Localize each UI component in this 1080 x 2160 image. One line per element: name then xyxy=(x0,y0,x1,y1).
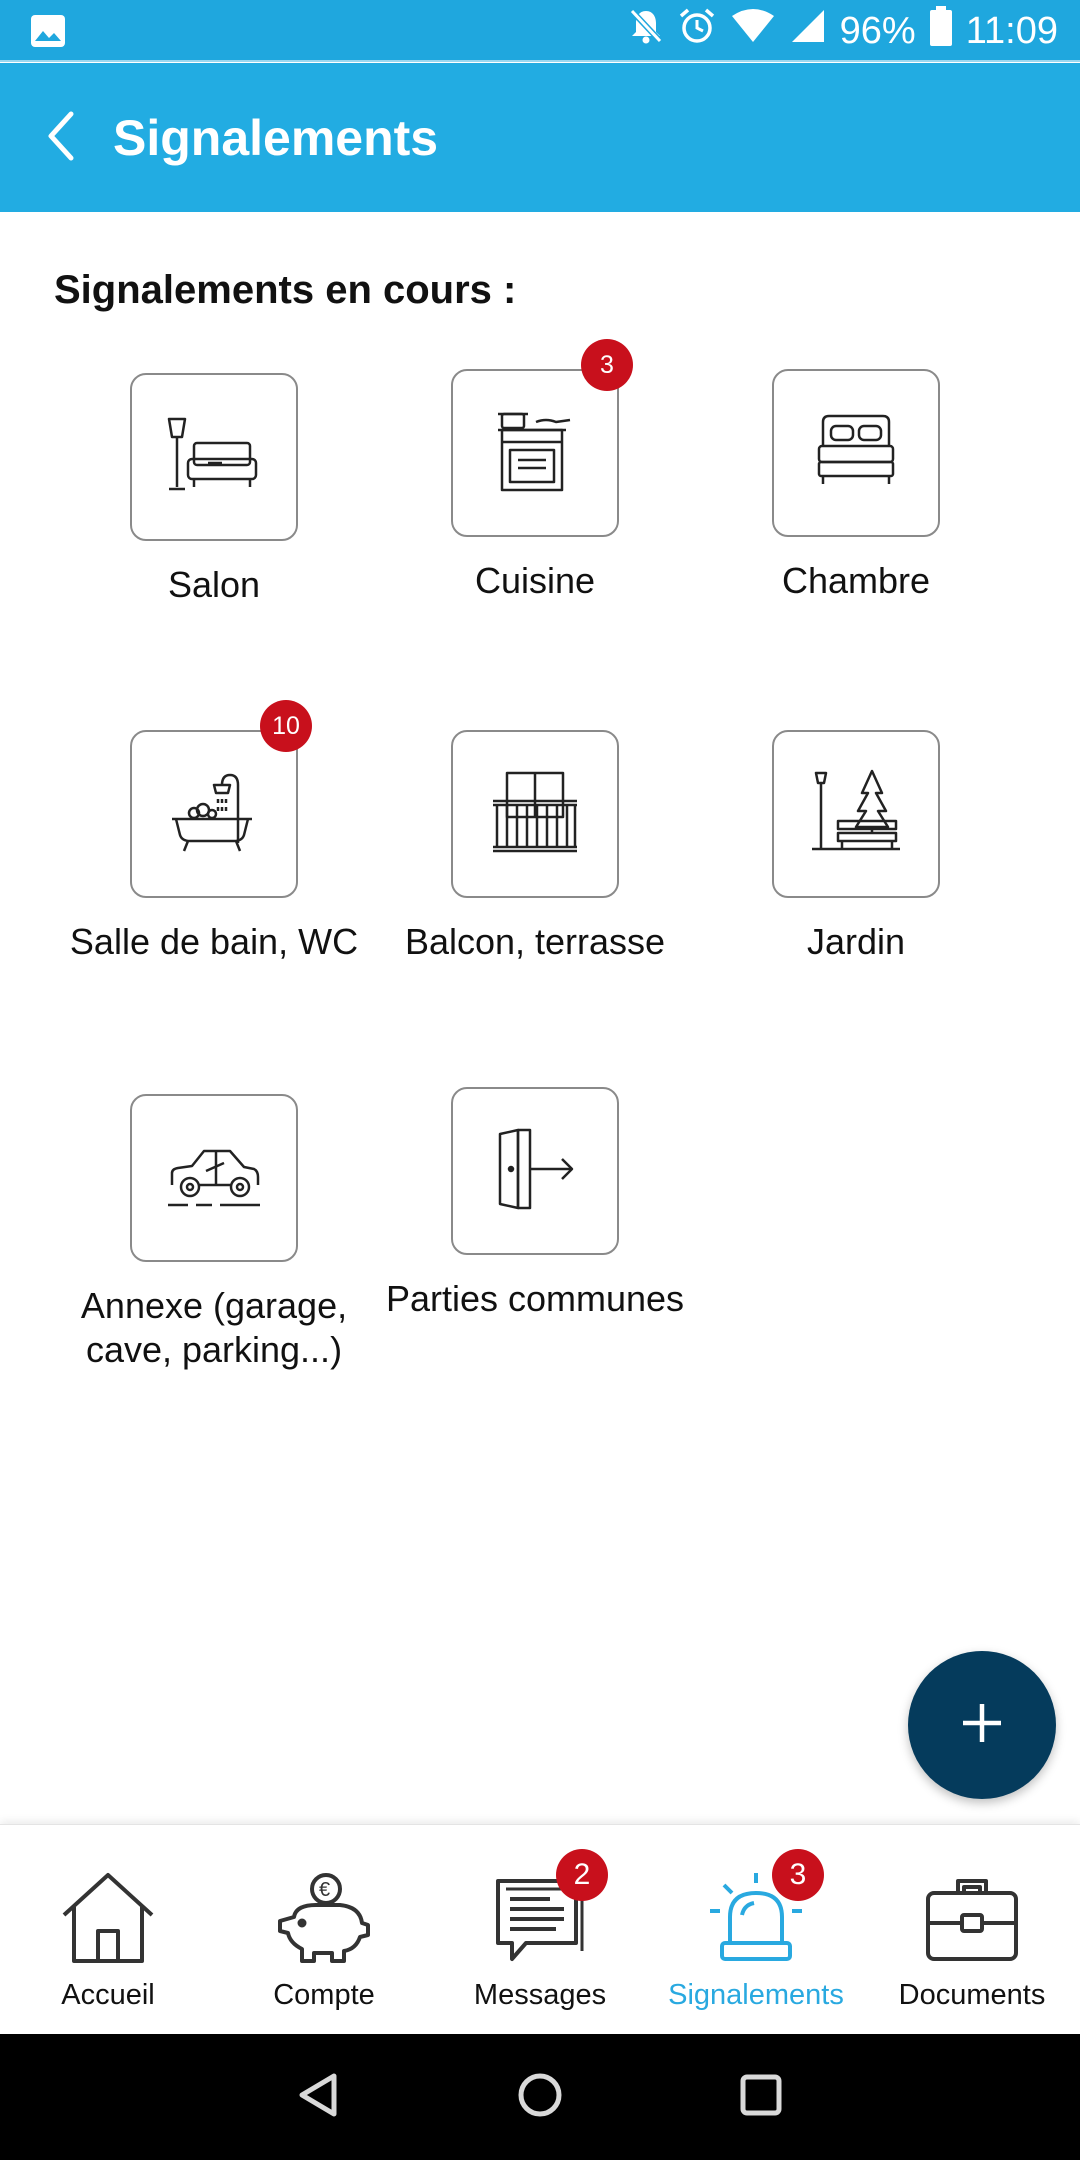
kitchen-icon xyxy=(490,406,580,501)
nav-item-signalements[interactable]: 3 Signalements xyxy=(648,1825,864,2035)
category-label: Jardin xyxy=(806,921,906,962)
category-tile[interactable] xyxy=(772,369,940,537)
system-recents-button[interactable] xyxy=(728,2064,794,2130)
category-tile[interactable] xyxy=(772,730,940,898)
category-annexe[interactable]: Annexe (garage, cave, parking...) xyxy=(54,1094,374,1372)
battery-percent: 96% xyxy=(839,9,916,52)
category-label: Chambre xyxy=(781,560,931,601)
svg-text:€: € xyxy=(319,1879,330,1901)
category-tile[interactable]: 10 xyxy=(130,700,312,898)
garden-icon xyxy=(808,767,904,862)
system-back-button[interactable] xyxy=(286,2064,352,2130)
category-label: Salle de bain, WC xyxy=(69,921,359,962)
living-room-icon xyxy=(164,415,264,500)
notification-badge: 10 xyxy=(260,700,312,752)
notification-badge: 3 xyxy=(772,1849,824,1901)
nav-label: Compte xyxy=(273,1979,375,2011)
category-salon[interactable]: Salon xyxy=(54,373,374,607)
triangle-back-icon xyxy=(294,2070,344,2125)
page-title: Signalements xyxy=(113,110,439,166)
back-button[interactable] xyxy=(30,105,90,171)
battery-icon xyxy=(929,6,952,56)
notification-badge: 3 xyxy=(581,339,633,391)
nav-label: Signalements xyxy=(668,1979,844,2011)
bathtub-icon xyxy=(168,767,260,862)
category-label: Annexe (garage, cave, parking...) xyxy=(80,1285,348,1370)
notification-badge: 2 xyxy=(556,1849,608,1901)
bottom-nav: Accueil € Compte 2 Messages 3 Signalemen… xyxy=(0,1824,1080,2034)
car-icon xyxy=(164,1141,264,1216)
nav-item-messages[interactable]: 2 Messages xyxy=(432,1825,648,2035)
briefcase-icon xyxy=(918,1865,1026,1973)
status-icons: 96% 11:09 xyxy=(628,6,1058,56)
signal-icon xyxy=(790,8,826,54)
plus-icon xyxy=(960,1701,1004,1750)
alarm-icon xyxy=(678,7,716,55)
nav-label: Messages xyxy=(473,1979,607,2011)
nav-label: Documents xyxy=(898,1979,1046,2011)
bed-icon xyxy=(811,406,901,501)
bell-off-icon xyxy=(628,7,664,55)
app-bar: Signalements xyxy=(0,63,1080,212)
category-label: Cuisine xyxy=(474,560,596,601)
section-title: Signalements en cours : xyxy=(54,268,517,312)
nav-item-compte[interactable]: € Compte xyxy=(216,1825,432,2035)
circle-home-icon xyxy=(515,2070,565,2125)
category-chambre[interactable]: Chambre xyxy=(696,369,1016,603)
category-parties-communes[interactable]: Parties communes xyxy=(375,1087,695,1321)
nav-label: Accueil xyxy=(61,1979,155,2011)
door-exit-icon xyxy=(490,1124,580,1219)
system-navigation-bar xyxy=(0,2034,1080,2160)
category-cuisine[interactable]: 3 Cuisine xyxy=(375,339,695,603)
category-salle-de-bain[interactable]: 10 Salle de bain, WC xyxy=(54,700,374,964)
home-icon xyxy=(54,1865,162,1973)
add-report-button[interactable] xyxy=(908,1651,1056,1799)
wifi-icon xyxy=(730,8,776,54)
category-tile[interactable] xyxy=(130,373,298,541)
category-jardin[interactable]: Jardin xyxy=(696,730,1016,964)
category-label: Salon xyxy=(167,564,261,605)
clock-time: 11:09 xyxy=(965,9,1058,52)
nav-item-accueil[interactable]: Accueil xyxy=(0,1825,216,2035)
balcony-icon xyxy=(487,767,583,862)
category-label: Balcon, terrasse xyxy=(404,921,666,962)
category-label: Parties communes xyxy=(385,1278,685,1319)
square-recents-icon xyxy=(736,2070,786,2125)
piggy-bank-icon: € xyxy=(270,1865,378,1973)
category-balcon[interactable]: Balcon, terrasse xyxy=(375,730,695,964)
nav-item-documents[interactable]: Documents xyxy=(864,1825,1080,2035)
chevron-left-icon xyxy=(43,110,77,167)
category-tile[interactable] xyxy=(130,1094,298,1262)
category-tile[interactable] xyxy=(451,1087,619,1255)
category-tile[interactable]: 3 xyxy=(451,339,633,537)
system-home-button[interactable] xyxy=(507,2064,573,2130)
category-tile[interactable] xyxy=(451,730,619,898)
image-icon xyxy=(30,14,66,53)
status-bar: 96% 11:09 xyxy=(0,0,1080,63)
